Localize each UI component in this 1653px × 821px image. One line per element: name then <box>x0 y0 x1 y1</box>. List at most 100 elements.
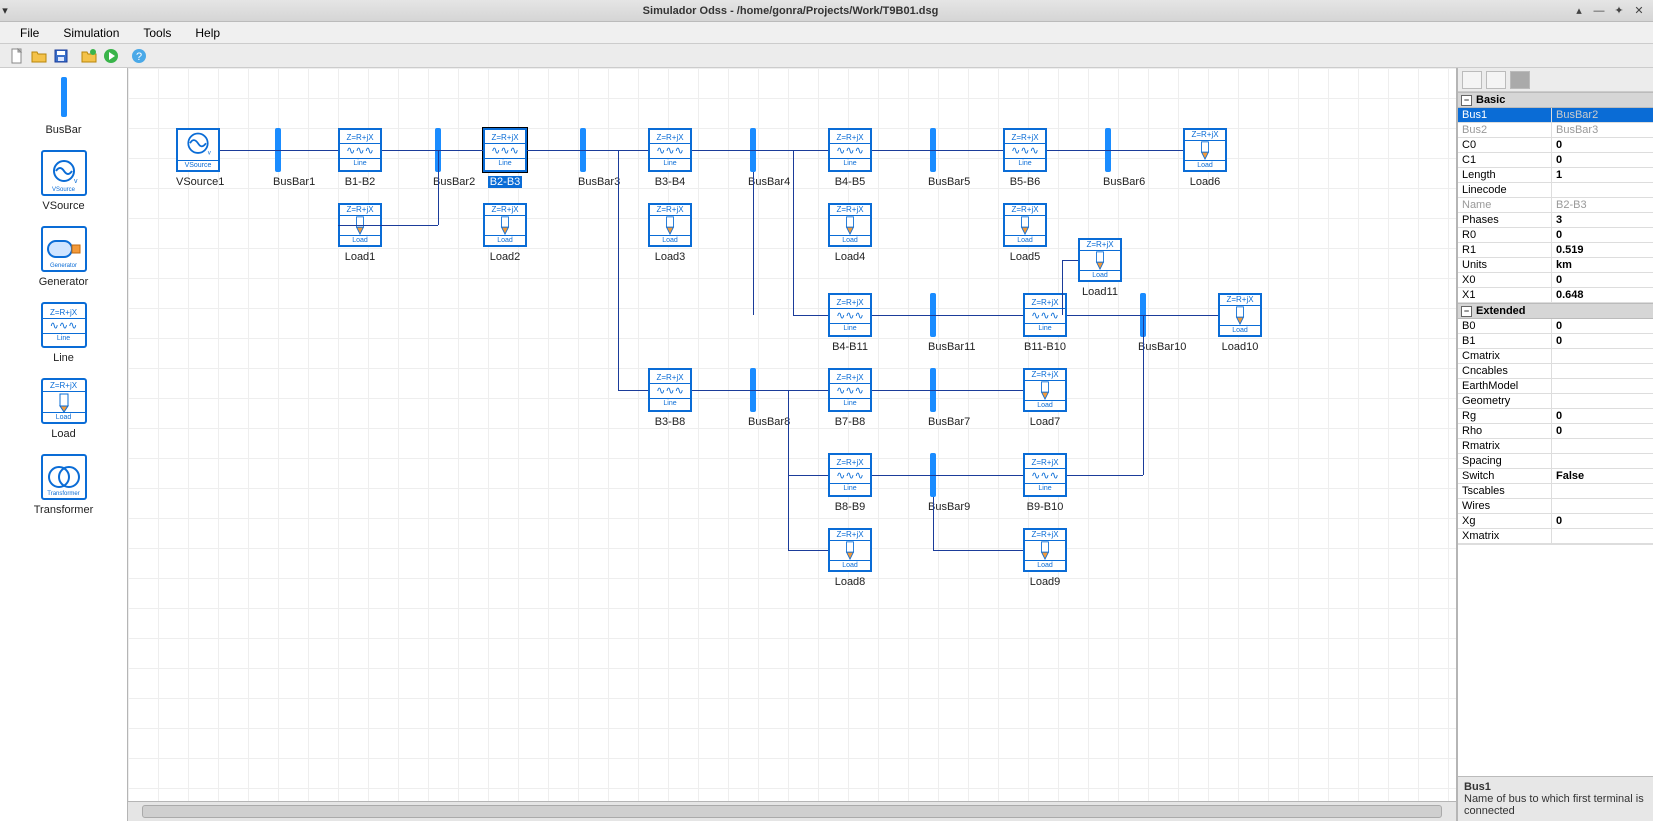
prop-row-units[interactable]: Unitskm <box>1458 258 1653 273</box>
prop-row-spacing[interactable]: Spacing <box>1458 454 1653 469</box>
node-l_b9b10[interactable]: Z=R+jX∿∿∿LineB9-B10 <box>1023 453 1067 513</box>
node-load5[interactable]: Z=R+jXLoadLoad5 <box>1003 203 1047 263</box>
prop-section-extended[interactable]: −Extended <box>1458 303 1653 319</box>
prop-row-rg[interactable]: Rg0 <box>1458 409 1653 424</box>
wire <box>618 150 619 390</box>
node-load7[interactable]: Z=R+jXLoadLoad7 <box>1023 368 1067 428</box>
node-bus1[interactable]: BusBar1 <box>273 128 315 188</box>
node-load9[interactable]: Z=R+jXLoadLoad9 <box>1023 528 1067 588</box>
prop-row-linecode[interactable]: Linecode <box>1458 183 1653 198</box>
node-load11[interactable]: Z=R+jXLoadLoad11 <box>1078 238 1122 298</box>
node-l_b4b5[interactable]: Z=R+jX∿∿∿LineB4-B5 <box>828 128 872 188</box>
palette-generator[interactable]: Generator Generator <box>0 226 127 288</box>
prop-view-categorized[interactable] <box>1462 71 1482 89</box>
svg-text:v: v <box>208 150 212 157</box>
palette-transformer[interactable]: Transformer Transformer <box>0 454 127 516</box>
prop-row-b0[interactable]: B00 <box>1458 319 1653 334</box>
node-bus7[interactable]: BusBar7 <box>928 368 970 428</box>
run-button[interactable] <box>100 46 122 66</box>
wire <box>933 150 1003 151</box>
close-button[interactable]: ✕ <box>1631 3 1647 19</box>
menu-simulation[interactable]: Simulation <box>51 24 131 42</box>
prop-row-c0[interactable]: C00 <box>1458 138 1653 153</box>
palette-vsource[interactable]: v VSource VSource <box>0 150 127 212</box>
wire <box>872 475 933 476</box>
minimize-button[interactable]: — <box>1591 3 1607 19</box>
node-load1[interactable]: Z=R+jXLoadLoad1 <box>338 203 382 263</box>
titlebar: ▾ Simulador Odss - /home/gonra/Projects/… <box>0 0 1653 22</box>
wire <box>1067 315 1143 316</box>
palette-busbar[interactable]: BusBar <box>0 74 127 136</box>
horizontal-scrollbar[interactable] <box>128 801 1457 821</box>
prop-row-cncables[interactable]: Cncables <box>1458 364 1653 379</box>
prop-row-b1[interactable]: B10 <box>1458 334 1653 349</box>
node-l_b3b8[interactable]: Z=R+jX∿∿∿LineB3-B8 <box>648 368 692 428</box>
node-l_b4b11[interactable]: Z=R+jX∿∿∿LineB4-B11 <box>828 293 872 353</box>
palette-load[interactable]: Z=R+jX Load Load <box>0 378 127 440</box>
save-file-button[interactable] <box>50 46 72 66</box>
export-button[interactable] <box>78 46 100 66</box>
prop-row-wires[interactable]: Wires <box>1458 499 1653 514</box>
prop-row-xg[interactable]: Xg0 <box>1458 514 1653 529</box>
node-load2[interactable]: Z=R+jXLoadLoad2 <box>483 203 527 263</box>
menu-tools[interactable]: Tools <box>131 24 183 42</box>
maximize-button[interactable]: ✦ <box>1611 3 1627 19</box>
node-l_b5b6[interactable]: Z=R+jX∿∿∿LineB5-B6 <box>1003 128 1047 188</box>
minimize-icon[interactable]: ▴ <box>1571 3 1587 19</box>
node-bus8[interactable]: BusBar8 <box>748 368 790 428</box>
node-l_b2b3[interactable]: Z=R+jX∿∿∿LineB2-B3 <box>483 128 527 188</box>
node-bus3[interactable]: BusBar3 <box>578 128 620 188</box>
node-bus2[interactable]: BusBar2 <box>433 128 475 188</box>
node-l_b1b2[interactable]: Z=R+jX∿∿∿LineB1-B2 <box>338 128 382 188</box>
prop-row-bus1[interactable]: Bus1BusBar2 <box>1458 108 1653 123</box>
open-file-button[interactable] <box>28 46 50 66</box>
node-vsrc1[interactable]: vVSourceVSource1 <box>176 128 224 188</box>
node-load8[interactable]: Z=R+jXLoadLoad8 <box>828 528 872 588</box>
node-l_b11b10[interactable]: Z=R+jX∿∿∿LineB11-B10 <box>1023 293 1067 353</box>
diagram-canvas[interactable]: vVSourceVSource1 BusBar1 Z=R+jX∿∿∿LineB1-B… <box>128 68 1457 801</box>
prop-row-bus2[interactable]: Bus2BusBar3 <box>1458 123 1653 138</box>
wire <box>933 550 1023 551</box>
prop-row-rho[interactable]: Rho0 <box>1458 424 1653 439</box>
prop-row-xmatrix[interactable]: Xmatrix <box>1458 529 1653 544</box>
svg-text:v: v <box>74 178 78 185</box>
node-bus9[interactable]: BusBar9 <box>928 453 970 513</box>
prop-view-other[interactable] <box>1510 71 1530 89</box>
node-load10[interactable]: Z=R+jXLoadLoad10 <box>1218 293 1262 353</box>
palette-line[interactable]: Z=R+jX ∿∿∿ Line Line <box>0 302 127 364</box>
prop-row-r0[interactable]: R00 <box>1458 228 1653 243</box>
node-l_b7b8[interactable]: Z=R+jX∿∿∿LineB7-B8 <box>828 368 872 428</box>
node-l_b3b4[interactable]: Z=R+jX∿∿∿LineB3-B4 <box>648 128 692 188</box>
prop-row-name[interactable]: NameB2-B3 <box>1458 198 1653 213</box>
node-bus10[interactable]: BusBar10 <box>1138 293 1186 353</box>
node-load4[interactable]: Z=R+jXLoadLoad4 <box>828 203 872 263</box>
wire <box>583 150 648 151</box>
prop-row-r1[interactable]: R10.519 <box>1458 243 1653 258</box>
prop-row-cmatrix[interactable]: Cmatrix <box>1458 349 1653 364</box>
prop-section-basic[interactable]: −Basic <box>1458 92 1653 108</box>
menu-help[interactable]: Help <box>183 24 232 42</box>
prop-row-switch[interactable]: SwitchFalse <box>1458 469 1653 484</box>
prop-row-x0[interactable]: X00 <box>1458 273 1653 288</box>
prop-row-phases[interactable]: Phases3 <box>1458 213 1653 228</box>
prop-row-length[interactable]: Length1 <box>1458 168 1653 183</box>
node-l_b8b9[interactable]: Z=R+jX∿∿∿LineB8-B9 <box>828 453 872 513</box>
prop-row-rmatrix[interactable]: Rmatrix <box>1458 439 1653 454</box>
node-bus6[interactable]: BusBar6 <box>1103 128 1145 188</box>
wire <box>278 150 338 151</box>
node-bus5[interactable]: BusBar5 <box>928 128 970 188</box>
node-bus4[interactable]: BusBar4 <box>748 128 790 188</box>
node-bus11[interactable]: BusBar11 <box>928 293 976 353</box>
prop-row-earthmodel[interactable]: EarthModel <box>1458 379 1653 394</box>
node-load3[interactable]: Z=R+jXLoadLoad3 <box>648 203 692 263</box>
prop-row-x1[interactable]: X10.648 <box>1458 288 1653 303</box>
new-file-button[interactable] <box>6 46 28 66</box>
menubar: File Simulation Tools Help <box>0 22 1653 44</box>
prop-row-tscables[interactable]: Tscables <box>1458 484 1653 499</box>
prop-row-geometry[interactable]: Geometry <box>1458 394 1653 409</box>
prop-view-alpha[interactable] <box>1486 71 1506 89</box>
menu-file[interactable]: File <box>8 24 51 42</box>
prop-row-c1[interactable]: C10 <box>1458 153 1653 168</box>
help-button[interactable]: ? <box>128 46 150 66</box>
node-load6[interactable]: Z=R+jXLoadLoad6 <box>1183 128 1227 188</box>
